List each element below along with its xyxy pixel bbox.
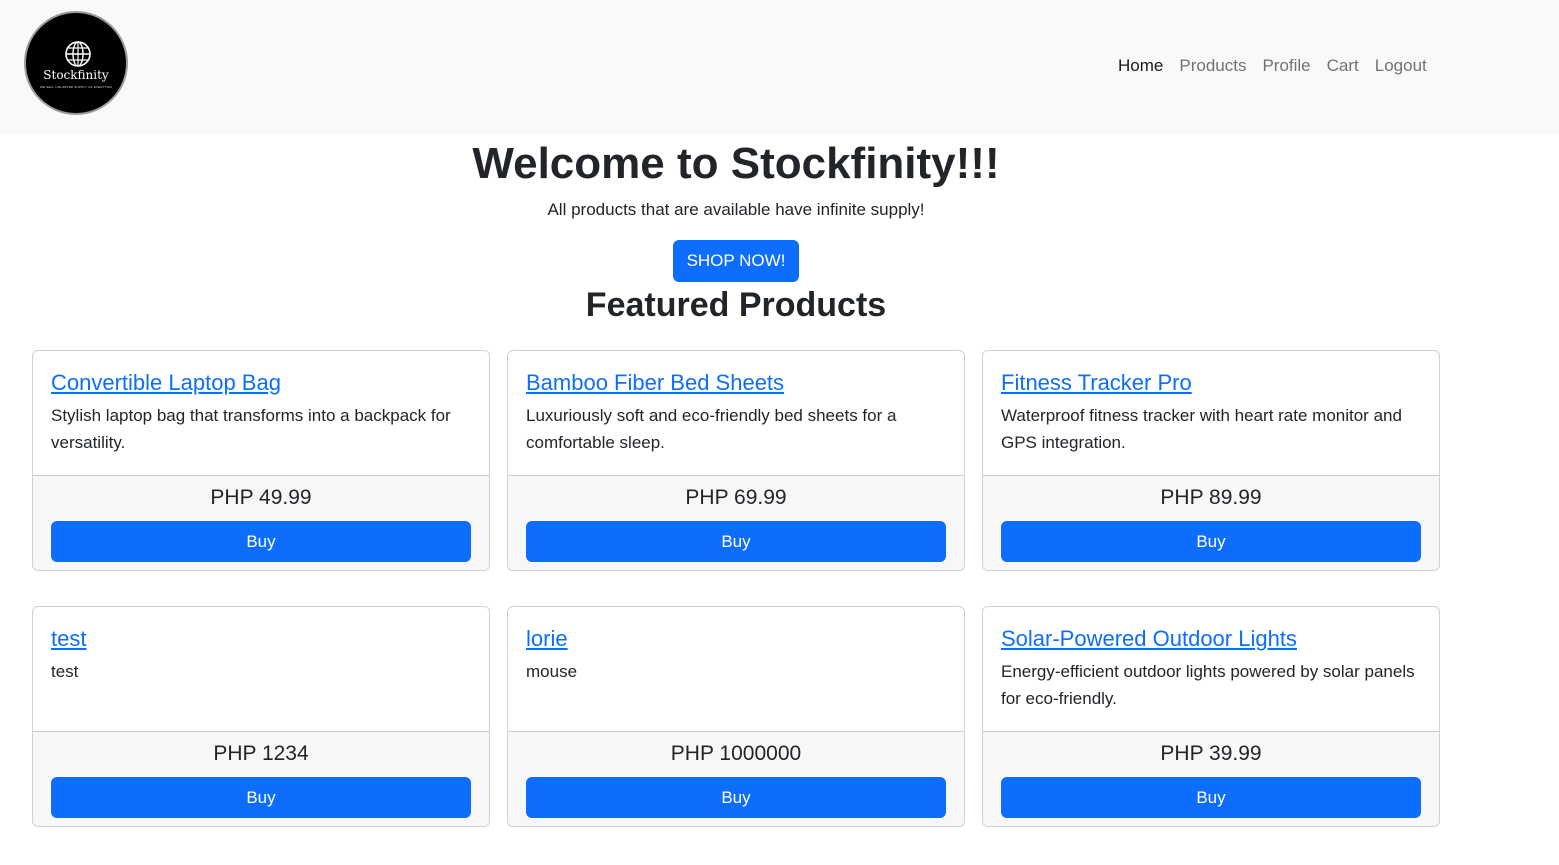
hero-title: Welcome to Stockfinity!!! [472, 139, 1000, 188]
product-description: Luxuriously soft and eco-friendly bed sh… [526, 406, 897, 452]
buy-button[interactable]: Buy [51, 521, 471, 562]
product-card-body: Convertible Laptop Bag Stylish laptop ba… [33, 351, 489, 475]
product-title-link[interactable]: Solar-Powered Outdoor Lights [1001, 625, 1297, 653]
nav-home[interactable]: Home [1110, 54, 1171, 78]
product-card-footer: PHP 39.99 Buy [983, 731, 1439, 826]
product-price: PHP 1234 [213, 742, 309, 765]
product-card-body: Fitness Tracker Pro Waterproof fitness t… [983, 351, 1439, 475]
buy-button[interactable]: Buy [526, 777, 946, 818]
hero-subtitle: All products that are available have inf… [547, 200, 925, 219]
buy-button[interactable]: Buy [51, 777, 471, 818]
product-card: lorie mouse PHP 1000000 Buy [507, 606, 965, 827]
product-title-link[interactable]: Convertible Laptop Bag [51, 369, 281, 397]
product-card-footer: PHP 49.99 Buy [33, 475, 489, 570]
product-card-footer: PHP 1000000 Buy [508, 731, 964, 826]
brand-logo[interactable]: Stockfinity WE SELL UNLIMITED SUPPLY OF … [24, 11, 128, 115]
product-card: test test PHP 1234 Buy [32, 606, 490, 827]
product-description: Waterproof fitness tracker with heart ra… [1001, 406, 1402, 452]
product-card-footer: PHP 89.99 Buy [983, 475, 1439, 570]
navbar: Stockfinity WE SELL UNLIMITED SUPPLY OF … [0, 0, 1559, 134]
product-grid: Convertible Laptop Bag Stylish laptop ba… [32, 350, 1440, 827]
product-description: Energy-efficient outdoor lights powered … [1001, 662, 1415, 708]
product-card-body: test test [33, 607, 489, 731]
buy-button[interactable]: Buy [1001, 777, 1421, 818]
product-card-body: lorie mouse [508, 607, 964, 731]
product-price: PHP 89.99 [1160, 486, 1262, 509]
brand-name: Stockfinity [43, 68, 109, 82]
shop-now-button[interactable]: SHOP NOW! [673, 240, 799, 282]
product-card: Convertible Laptop Bag Stylish laptop ba… [32, 350, 490, 571]
buy-button[interactable]: Buy [526, 521, 946, 562]
nav-products[interactable]: Products [1171, 54, 1254, 78]
product-description: Stylish laptop bag that transforms into … [51, 406, 451, 452]
product-price: PHP 49.99 [210, 486, 312, 509]
main-nav: Home Products Profile Cart Logout [1110, 54, 1435, 78]
product-title-link[interactable]: test [51, 625, 86, 653]
nav-cart[interactable]: Cart [1319, 54, 1367, 78]
product-card: Fitness Tracker Pro Waterproof fitness t… [982, 350, 1440, 571]
product-title-link[interactable]: lorie [526, 625, 568, 653]
product-description: test [51, 662, 79, 681]
nav-profile[interactable]: Profile [1254, 54, 1318, 78]
product-price: PHP 39.99 [1160, 742, 1262, 765]
product-card: Solar-Powered Outdoor Lights Energy-effi… [982, 606, 1440, 827]
product-card-body: Bamboo Fiber Bed Sheets Luxuriously soft… [508, 351, 964, 475]
product-title-link[interactable]: Bamboo Fiber Bed Sheets [526, 369, 784, 397]
product-card: Bamboo Fiber Bed Sheets Luxuriously soft… [507, 350, 965, 571]
product-price: PHP 1000000 [670, 742, 802, 765]
product-card-body: Solar-Powered Outdoor Lights Energy-effi… [983, 607, 1439, 731]
product-card-footer: PHP 1234 Buy [33, 731, 489, 826]
buy-button[interactable]: Buy [1001, 521, 1421, 562]
featured-products-heading: Featured Products [585, 286, 887, 324]
globe-icon [65, 41, 91, 67]
product-title-link[interactable]: Fitness Tracker Pro [1001, 369, 1192, 397]
product-description: mouse [526, 662, 578, 681]
brand-tagline: WE SELL UNLIMITED SUPPLY OF EVERYTHING [40, 85, 112, 89]
nav-logout[interactable]: Logout [1367, 54, 1435, 78]
product-price: PHP 69.99 [685, 486, 787, 509]
product-card-footer: PHP 69.99 Buy [508, 475, 964, 570]
